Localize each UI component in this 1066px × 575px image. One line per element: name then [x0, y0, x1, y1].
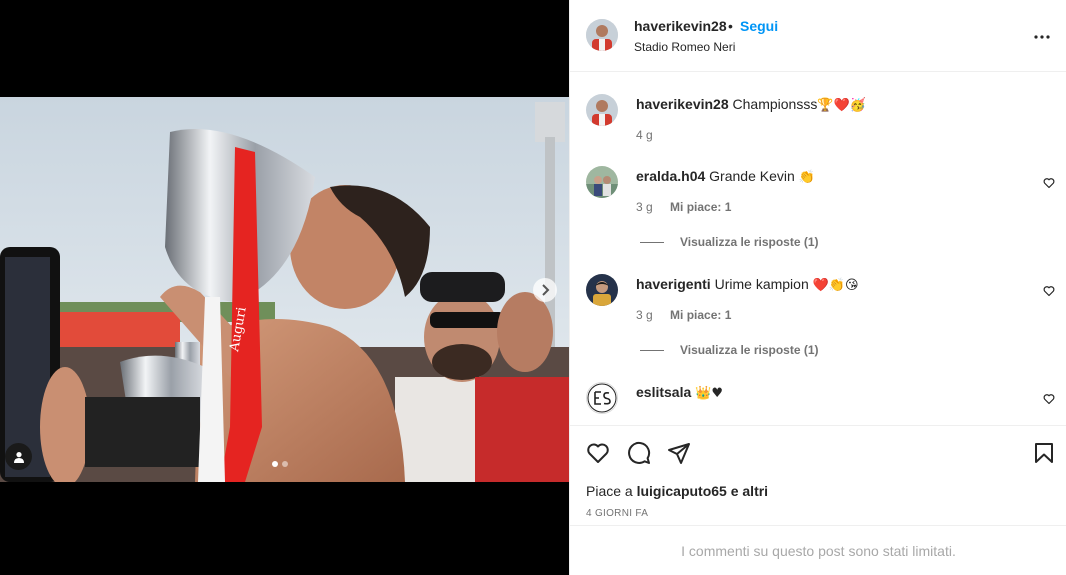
comment-likes[interactable]: Mi piace: 1: [670, 308, 731, 322]
view-replies-label: Visualizza le risposte (1): [680, 235, 819, 249]
comment-likes[interactable]: Mi piace: 1: [670, 200, 731, 214]
liked-by-user[interactable]: luigicaputo65: [637, 483, 727, 499]
replies-line: [640, 349, 664, 351]
comment-text: Urime kampion: [714, 276, 809, 292]
es-logo-icon: [587, 383, 617, 413]
comment-emojis: 👑♥: [695, 386, 723, 401]
caption-emojis: 🏆❤️🥳: [817, 98, 866, 113]
post-media: Auguri: [0, 0, 569, 575]
carousel-dot: [282, 461, 288, 467]
comment-username[interactable]: haverigenti: [636, 276, 711, 292]
comments-limited-notice: I commenti su questo post sono stati lim…: [570, 525, 1066, 575]
comment-emojis: ❤️👏😘: [812, 278, 859, 293]
like-button[interactable]: [586, 441, 610, 470]
comment-meta: 3 g Mi piace: 1: [636, 200, 731, 214]
comment-username[interactable]: eralda.h04: [636, 168, 705, 184]
caption-time[interactable]: 4 g: [636, 128, 653, 142]
user-icon: [13, 451, 24, 463]
carousel-next-button[interactable]: [533, 278, 557, 302]
liked-by-prefix: Piace a: [586, 483, 633, 499]
heart-icon: [1043, 286, 1055, 297]
comments-list: haverikevin28 Championsss🏆❤️🥳 4 g eralda…: [570, 72, 1066, 425]
more-options-button[interactable]: [1034, 26, 1050, 44]
view-replies-button[interactable]: Visualizza le risposte (1): [640, 343, 819, 357]
heart-icon: [1043, 178, 1055, 189]
tagged-users-button[interactable]: [5, 443, 32, 470]
bookmark-icon: [1035, 443, 1053, 463]
liked-by: Piace a luigicaputo65 e altri: [586, 483, 768, 499]
comment-avatar[interactable]: [586, 274, 618, 306]
post-details-panel: haverikevin28 • Segui Stadio Romeo Neri: [569, 0, 1066, 575]
comment-text: Grande Kevin: [709, 168, 795, 184]
post-photo: Auguri: [0, 97, 569, 482]
replies-line: [640, 241, 664, 243]
comment-text-line: haverigenti Urime kampion ❤️👏😘: [636, 276, 859, 293]
caption-username[interactable]: haverikevin28: [636, 96, 729, 112]
view-replies-label: Visualizza le risposte (1): [680, 343, 819, 357]
caption-text-line: haverikevin28 Championsss🏆❤️🥳: [636, 96, 866, 113]
comment-button[interactable]: [627, 441, 651, 470]
comment-like-button[interactable]: [1043, 284, 1055, 302]
comment-emojis: 👏: [798, 170, 815, 185]
chevron-right-icon: [542, 284, 550, 296]
author-username[interactable]: haverikevin28: [634, 18, 727, 34]
share-button[interactable]: [667, 441, 691, 470]
comment-meta: 3 g Mi piace: 1: [636, 308, 731, 322]
follow-button[interactable]: Segui: [740, 18, 778, 34]
author-avatar[interactable]: [586, 19, 618, 51]
carousel-indicator: [272, 461, 288, 467]
post-date[interactable]: 4 GIORNI FA: [586, 508, 648, 519]
comment-username[interactable]: eslitsala: [636, 384, 691, 400]
post-location[interactable]: Stadio Romeo Neri: [634, 40, 735, 54]
heart-icon: [587, 443, 609, 463]
comment-time[interactable]: 3 g: [636, 200, 653, 214]
save-button[interactable]: [1032, 441, 1056, 470]
comment-avatar[interactable]: [586, 382, 618, 414]
comment-avatar[interactable]: [586, 166, 618, 198]
heart-icon: [1043, 394, 1055, 405]
header-separator: •: [728, 18, 733, 34]
comment-like-button[interactable]: [1043, 392, 1055, 410]
caption-text: Championsss: [732, 96, 818, 112]
comment-bubble-icon: [628, 441, 651, 464]
send-icon: [668, 443, 690, 464]
comment-text-line: eralda.h04 Grande Kevin 👏: [636, 168, 815, 185]
carousel-dot-active: [272, 461, 278, 467]
view-replies-button[interactable]: Visualizza le risposte (1): [640, 235, 819, 249]
comment-text-line: eslitsala 👑♥: [636, 384, 723, 401]
more-horizontal-icon: [1034, 35, 1050, 39]
comment-time[interactable]: 3 g: [636, 308, 653, 322]
post-header: haverikevin28 • Segui Stadio Romeo Neri: [570, 0, 1066, 72]
post-actions: Piace a luigicaputo65 e altri 4 GIORNI F…: [570, 425, 1066, 525]
instagram-post-modal: Auguri haverikevin28 • Segui Stadio Rome…: [0, 0, 1066, 575]
caption-avatar[interactable]: [586, 94, 618, 126]
liked-by-others[interactable]: e altri: [731, 483, 768, 499]
comment-like-button[interactable]: [1043, 176, 1055, 194]
